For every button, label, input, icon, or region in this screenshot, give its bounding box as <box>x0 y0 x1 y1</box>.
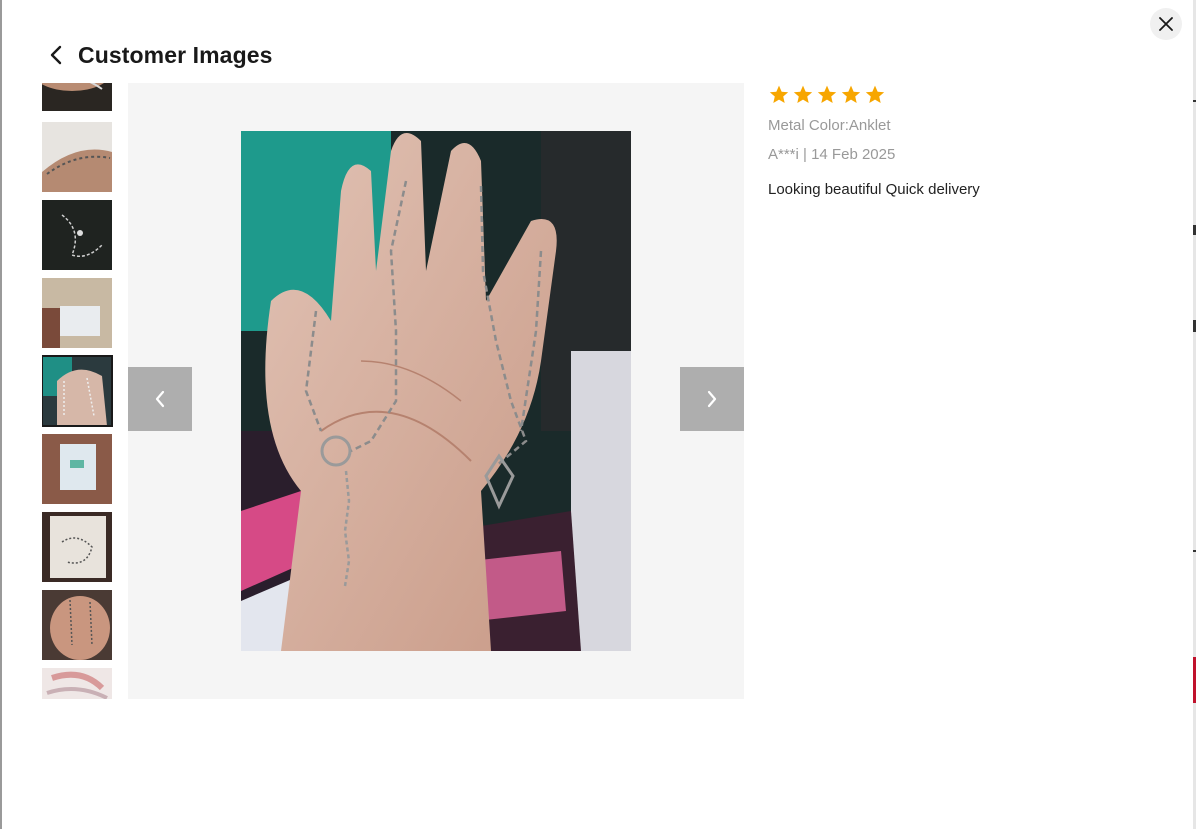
image-viewer <box>128 83 744 699</box>
star-icon <box>817 85 837 103</box>
thumbnail-8[interactable] <box>42 590 112 660</box>
back-button[interactable] <box>46 45 66 65</box>
modal-title: Customer Images <box>78 41 273 68</box>
close-button[interactable] <box>1150 8 1182 40</box>
customer-images-modal: Customer Images Metal Color:Anklet A***i… <box>2 0 1193 829</box>
thumbnail-4[interactable] <box>42 278 112 348</box>
thumbnail-1[interactable] <box>42 83 112 111</box>
thumbnail-9[interactable] <box>42 668 112 699</box>
close-icon <box>1159 17 1173 31</box>
thumbnail-7[interactable] <box>42 512 112 582</box>
star-icon <box>793 85 813 103</box>
star-icon <box>769 85 789 103</box>
next-image-button[interactable] <box>680 367 744 431</box>
review-panel: Metal Color:Anklet A***i | 14 Feb 2025 L… <box>768 83 1168 198</box>
review-meta: A***i | 14 Feb 2025 <box>768 146 896 163</box>
thumbnail-list[interactable] <box>42 83 114 699</box>
thumbnail-5[interactable] <box>42 355 113 427</box>
chevron-right-icon <box>707 390 717 408</box>
chevron-left-icon <box>50 45 62 65</box>
star-icon <box>841 85 861 103</box>
modal-header: Customer Images <box>46 38 273 72</box>
review-text: Looking beautiful Quick delivery <box>768 181 980 198</box>
review-attribute: Metal Color:Anklet <box>768 117 891 134</box>
thumbnail-2[interactable] <box>42 122 112 192</box>
star-icon <box>865 85 885 103</box>
star-rating <box>768 83 1168 107</box>
thumbnail-6[interactable] <box>42 434 112 504</box>
prev-image-button[interactable] <box>128 367 192 431</box>
main-review-photo <box>241 131 631 651</box>
chevron-left-icon <box>155 390 165 408</box>
thumbnail-3[interactable] <box>42 200 112 270</box>
